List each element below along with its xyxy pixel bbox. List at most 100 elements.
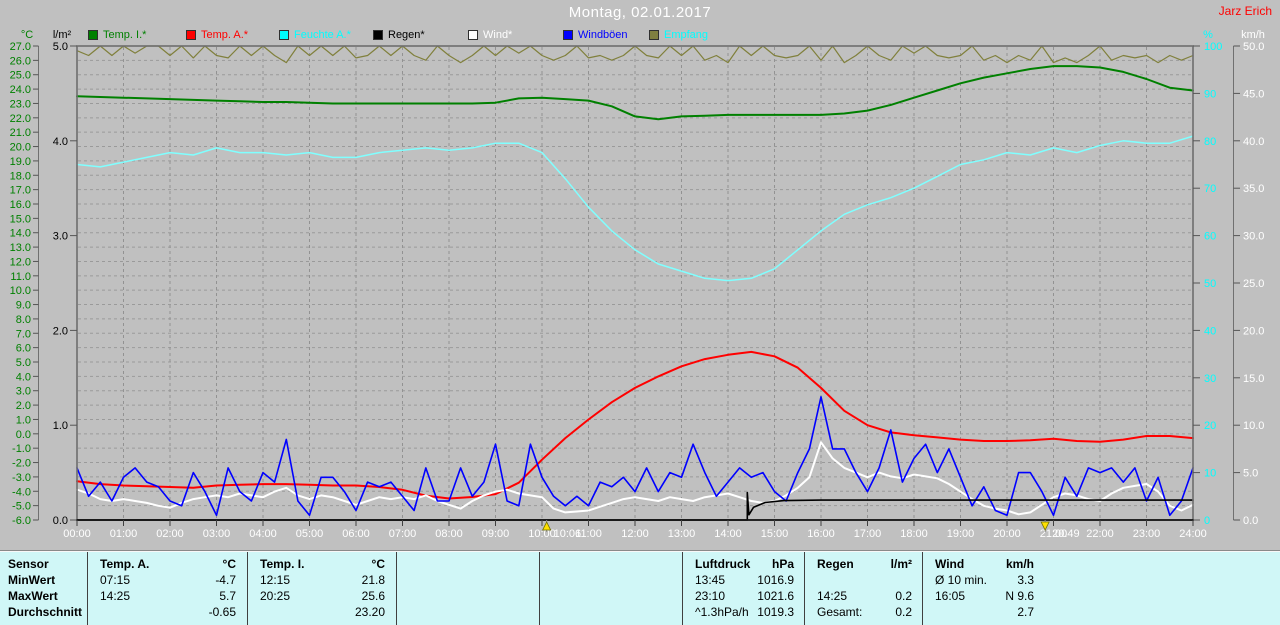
axis-tick-label: 18:00	[900, 528, 928, 540]
axis-tick-label: 23.0	[10, 98, 31, 110]
axis-tick-label: 4.0	[53, 136, 68, 148]
axis-tick-label: 11.0	[10, 271, 31, 283]
axis-tick-label: 12.0	[10, 256, 31, 268]
axis-tick-label: 16.0	[10, 199, 31, 211]
axis-tick-label: 0	[1204, 515, 1210, 527]
regen-avg: Gesamt: 0.2	[817, 605, 912, 619]
temp-i-avg: 23.20	[354, 605, 385, 619]
axis-tick-label: 19:00	[947, 528, 975, 540]
temp-i-header: Temp. I. °C	[260, 557, 385, 571]
series-temp_i	[76, 65, 1194, 121]
axis-tick-label: -5.0	[12, 501, 31, 513]
temp-a-min: 07:15 -4.7	[100, 573, 236, 587]
axis-tick-label: 30.0	[1243, 231, 1264, 243]
axis-tick-label: 10.0	[1243, 420, 1264, 432]
axis-tick-label: 00:00	[63, 528, 91, 540]
axis-tick-label: 02:00	[156, 528, 184, 540]
axis-tick-label: 17:00	[854, 528, 882, 540]
axis-tick-label: 15.0	[1243, 373, 1264, 385]
axis-tick-label: 26.0	[10, 55, 31, 67]
temp-a-max: 14:25 5.7	[100, 589, 236, 603]
axis-tick-label: 5.0	[1243, 468, 1258, 480]
moonrise-arrow-icon	[542, 521, 552, 531]
row-label-minwert: MinWert	[8, 573, 56, 587]
axis-tick-label: 60	[1204, 231, 1216, 243]
axis-tick-label: -1.0	[12, 443, 31, 455]
temp-a-header: Temp. A. °C	[100, 557, 236, 571]
axis-tick-label: 23:00	[1133, 528, 1161, 540]
axis-tick-label: -6.0	[12, 515, 31, 527]
axis-tick-label: 9.0	[16, 300, 31, 312]
axis-tick-label: 20:00	[993, 528, 1021, 540]
table-col-temp-a: Temp. A. °C 07:15 -4.7 14:25 5.7 -0.65	[88, 552, 246, 625]
axis-tick-label: 4.0	[16, 371, 31, 383]
row-label-durchschnitt: Durchschnitt	[8, 605, 83, 619]
axis-tick-label: 12:00	[621, 528, 649, 540]
axis-tick-label: 17.0	[10, 185, 31, 197]
axis-tick-label: -3.0	[12, 472, 31, 484]
regen-min	[805, 573, 922, 587]
axis-tick-label: 07:00	[389, 528, 417, 540]
table-col-temp-i: Temp. I. °C 12:15 21.8 20:25 25.6 23.20	[248, 552, 395, 625]
wind-min: Ø 10 min. 3.3	[935, 573, 1034, 587]
temp-i-min: 12:15 21.8	[260, 573, 385, 587]
axis-tick-label: 6.0	[16, 343, 31, 355]
axis-tick-label: 24.0	[10, 84, 31, 96]
axis-tick-label: 20.0	[1243, 325, 1264, 337]
axis-tick-label: 2.0	[53, 325, 68, 337]
axis-tick-label: 20:49	[1052, 528, 1080, 540]
axis-tick-label: 90	[1204, 88, 1216, 100]
axis-tick-label: 21.0	[10, 127, 31, 139]
axis-tick-label: 03:00	[203, 528, 231, 540]
axis-tick-label: 1.0	[53, 420, 68, 432]
axis-tick-label: 06:00	[342, 528, 370, 540]
axis-tick-label: 22:00	[1086, 528, 1114, 540]
axis-tick-label: 2.0	[16, 400, 31, 412]
axis-tick-label: -4.0	[12, 486, 31, 498]
table-col-wind: Wind km/h Ø 10 min. 3.3 16:05 N 9.6 2.7	[923, 552, 1044, 625]
axis-tick-label: 18.0	[10, 170, 31, 182]
axis-tick-label: 14.0	[10, 228, 31, 240]
weather-station-app: { "header": { "title": "Montag, 02.01.20…	[0, 0, 1280, 625]
table-separator	[539, 552, 540, 625]
axis-tick-label: 04:00	[249, 528, 277, 540]
wind-avg: 2.7	[1017, 605, 1034, 619]
luftdruck-header: Luftdruck hPa	[695, 557, 794, 571]
axis-tick-label: 10:06	[554, 528, 582, 540]
axis-tick-label: 10	[1204, 468, 1216, 480]
axis-tick-label: 7.0	[16, 328, 31, 340]
regen-max: 14:25 0.2	[817, 589, 912, 603]
axis-tick-label: 3.0	[53, 231, 68, 243]
axis-tick-label: 100	[1204, 41, 1222, 53]
axis-tick-label: 45.0	[1243, 88, 1264, 100]
axis-tick-label: 05:00	[296, 528, 324, 540]
chart-table-divider	[0, 540, 1280, 551]
axis-tick-label: 19.0	[10, 156, 31, 168]
axis-tick-label: 70	[1204, 183, 1216, 195]
axis-tick-label: 5.0	[16, 357, 31, 369]
axis-tick-label: 15.0	[10, 213, 31, 225]
axis-tick-label: 0.0	[53, 515, 68, 527]
axis-tick-label: 10:00	[528, 528, 556, 540]
weather-chart-plot: 27.0 26.0 25.0 24.0 23.0 22.0 21.0 20.0 19.0 18.0…	[10, 41, 1265, 540]
axis-tick-label: 3.0	[16, 386, 31, 398]
temp-a-avg: -0.65	[208, 605, 236, 619]
luftdruck-min: 13:45 1016.9	[695, 573, 794, 587]
axis-tick-label: 25.0	[10, 70, 31, 82]
summary-table: Sensor MinWert MaxWert Durchschnitt Temp…	[0, 551, 1280, 625]
axis-tick-label: 30	[1204, 373, 1216, 385]
row-label-sensor: Sensor	[8, 557, 49, 571]
row-label-maxwert: MaxWert	[8, 589, 58, 603]
axis-tick-label: 50	[1204, 278, 1216, 290]
table-col-labels: Sensor MinWert MaxWert Durchschnitt	[0, 552, 87, 625]
axis-tick-label: 0.0	[16, 429, 31, 441]
axis-tick-label: 0.0	[1243, 515, 1258, 527]
table-col-luftdruck: Luftdruck hPa 13:45 1016.9 23:10 1021.6 ^1.…	[683, 552, 804, 625]
axis-tick-label: 13.0	[10, 242, 31, 254]
luftdruck-avg: ^1.3hPa/h 1019.3	[695, 605, 794, 619]
axis-tick-label: 20.0	[10, 142, 31, 154]
axis-tick-label: 22.0	[10, 113, 31, 125]
axis-tick-label: 1.0	[16, 414, 31, 426]
axis-tick-label: 40.0	[1243, 136, 1264, 148]
table-col-regen: Regen l/m² 14:25 0.2 Gesamt: 0.2	[805, 552, 922, 625]
